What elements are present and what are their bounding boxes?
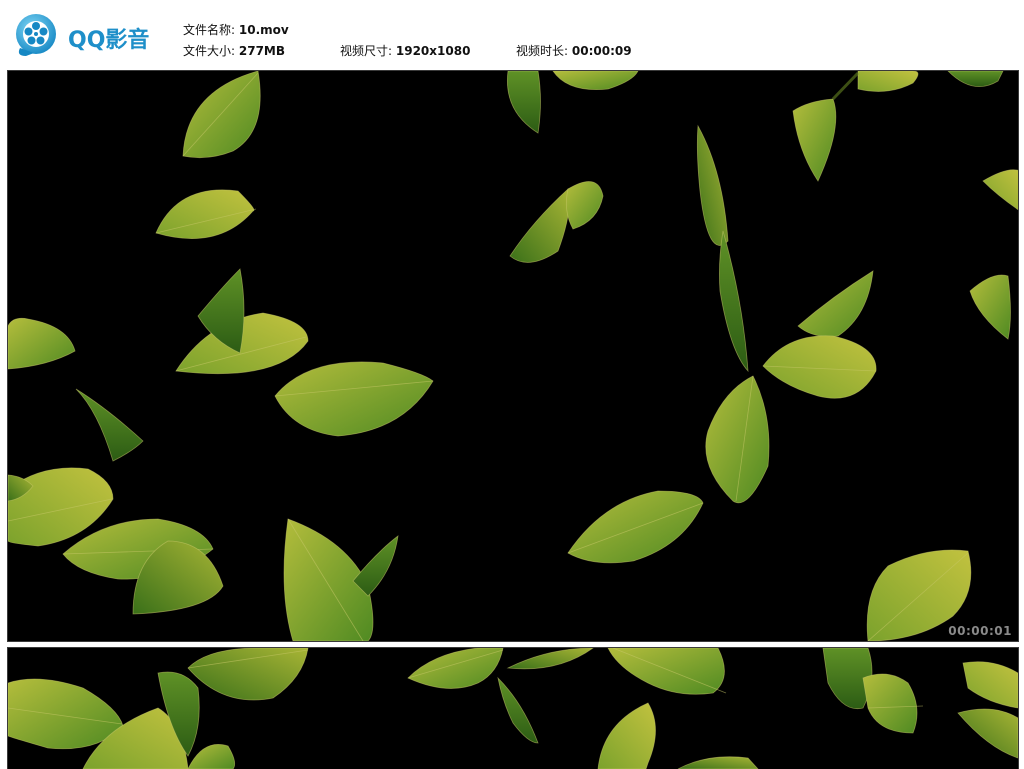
file-size-label: 文件大小: [183, 44, 236, 58]
logo-text: QQ影音 [68, 28, 150, 53]
qq-player-logo: QQ影音 [12, 12, 162, 60]
leaves-frame-image [8, 648, 1018, 769]
video-duration-info: 视频时长: 00:00:09 [516, 42, 632, 59]
file-name-label: 文件名称: [183, 23, 236, 37]
video-dimension-info: 视频尺寸: 1920x1080 [340, 42, 470, 59]
video-duration-value: 00:00:09 [571, 44, 632, 58]
leaves-frame-image [8, 71, 1018, 641]
video-frame-thumbnail[interactable] [7, 647, 1019, 769]
video-duration-label: 视频时长: [516, 44, 569, 58]
frame-timecode: 00:00:01 [948, 624, 1012, 638]
header: QQ影音 文件名称: 10.mov 文件大小: 277MB 视频尺寸: 1920… [0, 0, 1024, 70]
video-dimension-label: 视频尺寸: [340, 44, 393, 58]
film-reel-icon [16, 14, 56, 56]
file-size-info: 文件大小: 277MB [183, 42, 285, 59]
video-frame-thumbnail[interactable]: 00:00:01 [7, 70, 1019, 642]
video-dimension-value: 1920x1080 [395, 44, 471, 58]
file-size-value: 277MB [238, 44, 286, 58]
file-name-info: 文件名称: 10.mov [183, 21, 289, 38]
file-name-value: 10.mov [238, 23, 289, 37]
